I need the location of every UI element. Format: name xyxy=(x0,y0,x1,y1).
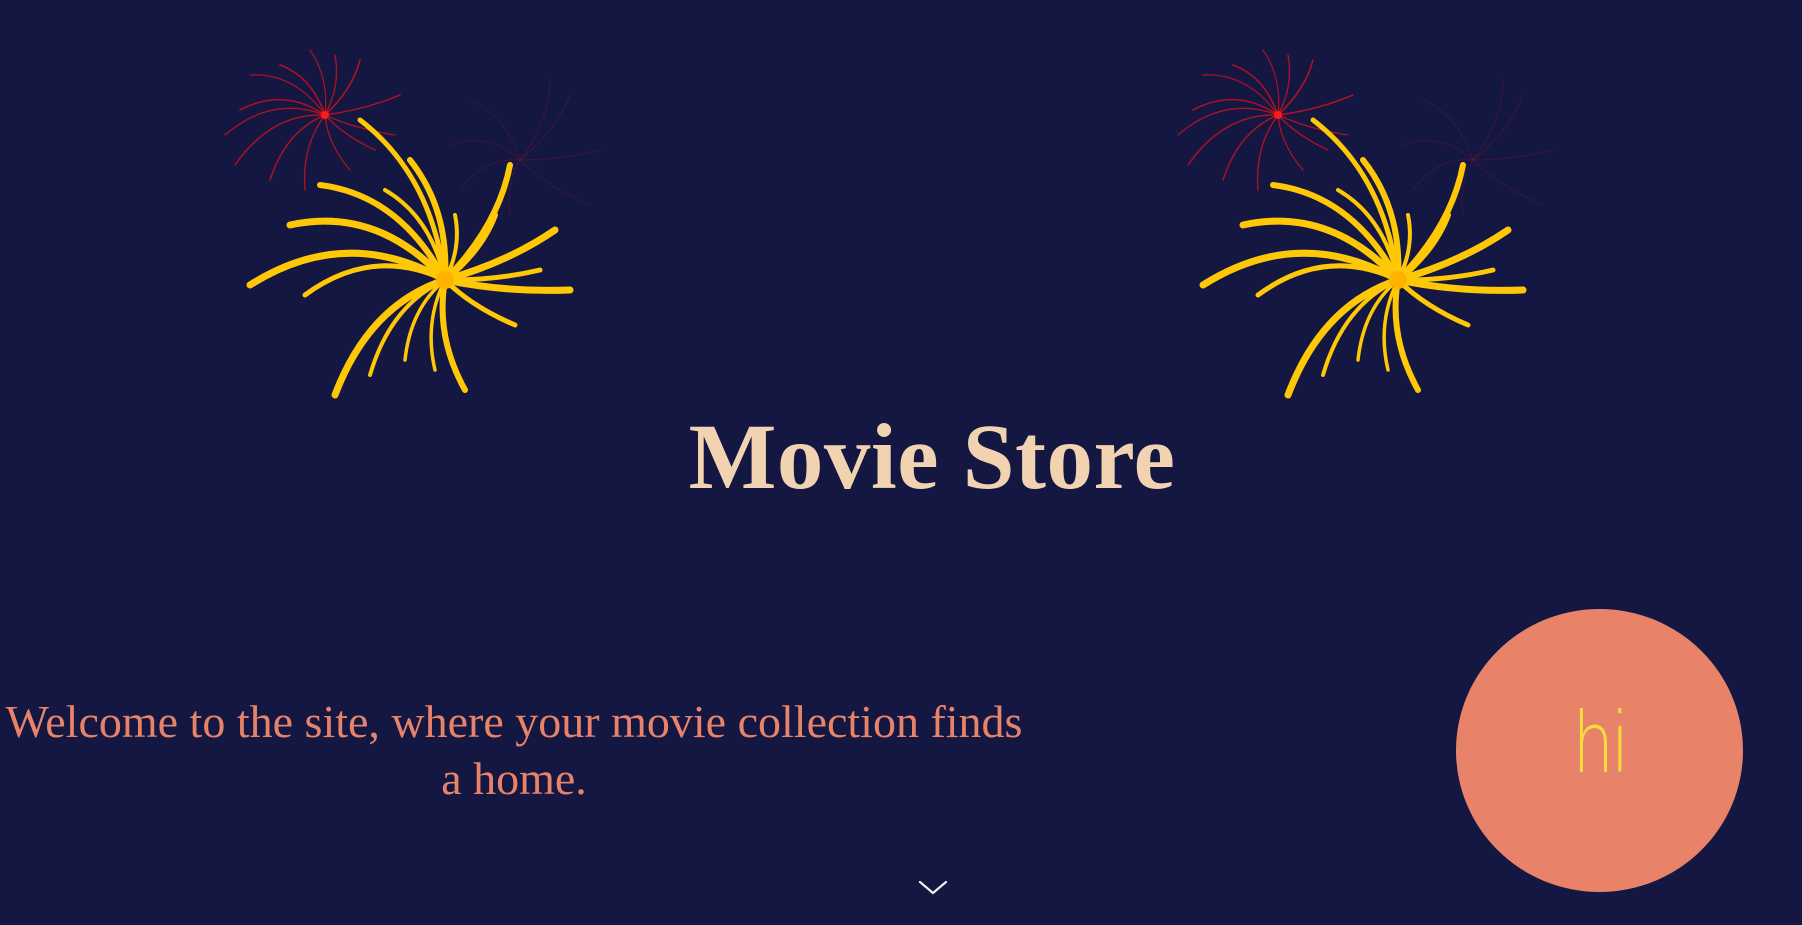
welcome-message: Welcome to the site, where your movie co… xyxy=(5,696,1023,804)
greeting-button[interactable]: hi xyxy=(1456,609,1743,892)
firework-icon xyxy=(224,49,601,399)
firework-icon xyxy=(1177,49,1554,399)
chevron-down-icon[interactable] xyxy=(916,876,950,898)
home-page: Movie Store Welcome to the site, where y… xyxy=(0,0,1802,925)
page-title: Movie Store xyxy=(688,406,1176,509)
greeting-button-label: hi xyxy=(1572,693,1630,792)
